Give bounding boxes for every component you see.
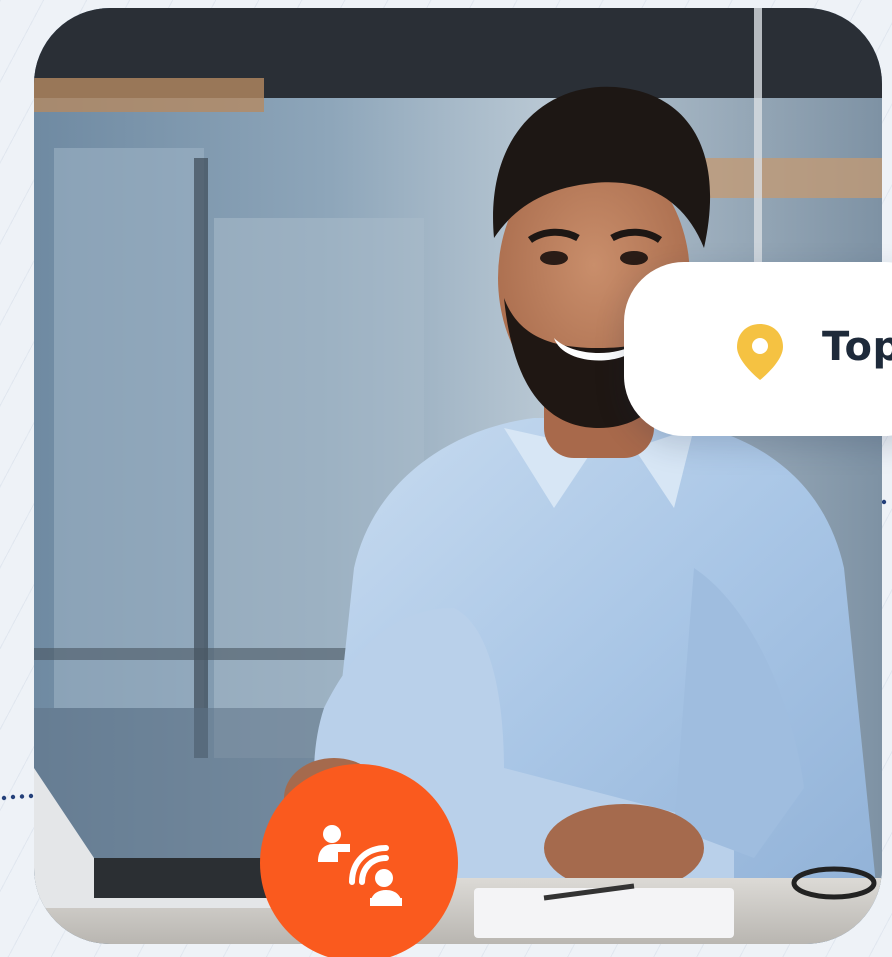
office-scene-illustration (34, 8, 882, 944)
person-signal-icon (318, 825, 402, 906)
portrait-photo (34, 8, 882, 944)
map-pin-icon (737, 324, 783, 380)
location-label: Top (822, 324, 892, 370)
page: Top (0, 0, 892, 957)
contact-badge (260, 764, 458, 957)
location-badge: Top (624, 262, 892, 436)
